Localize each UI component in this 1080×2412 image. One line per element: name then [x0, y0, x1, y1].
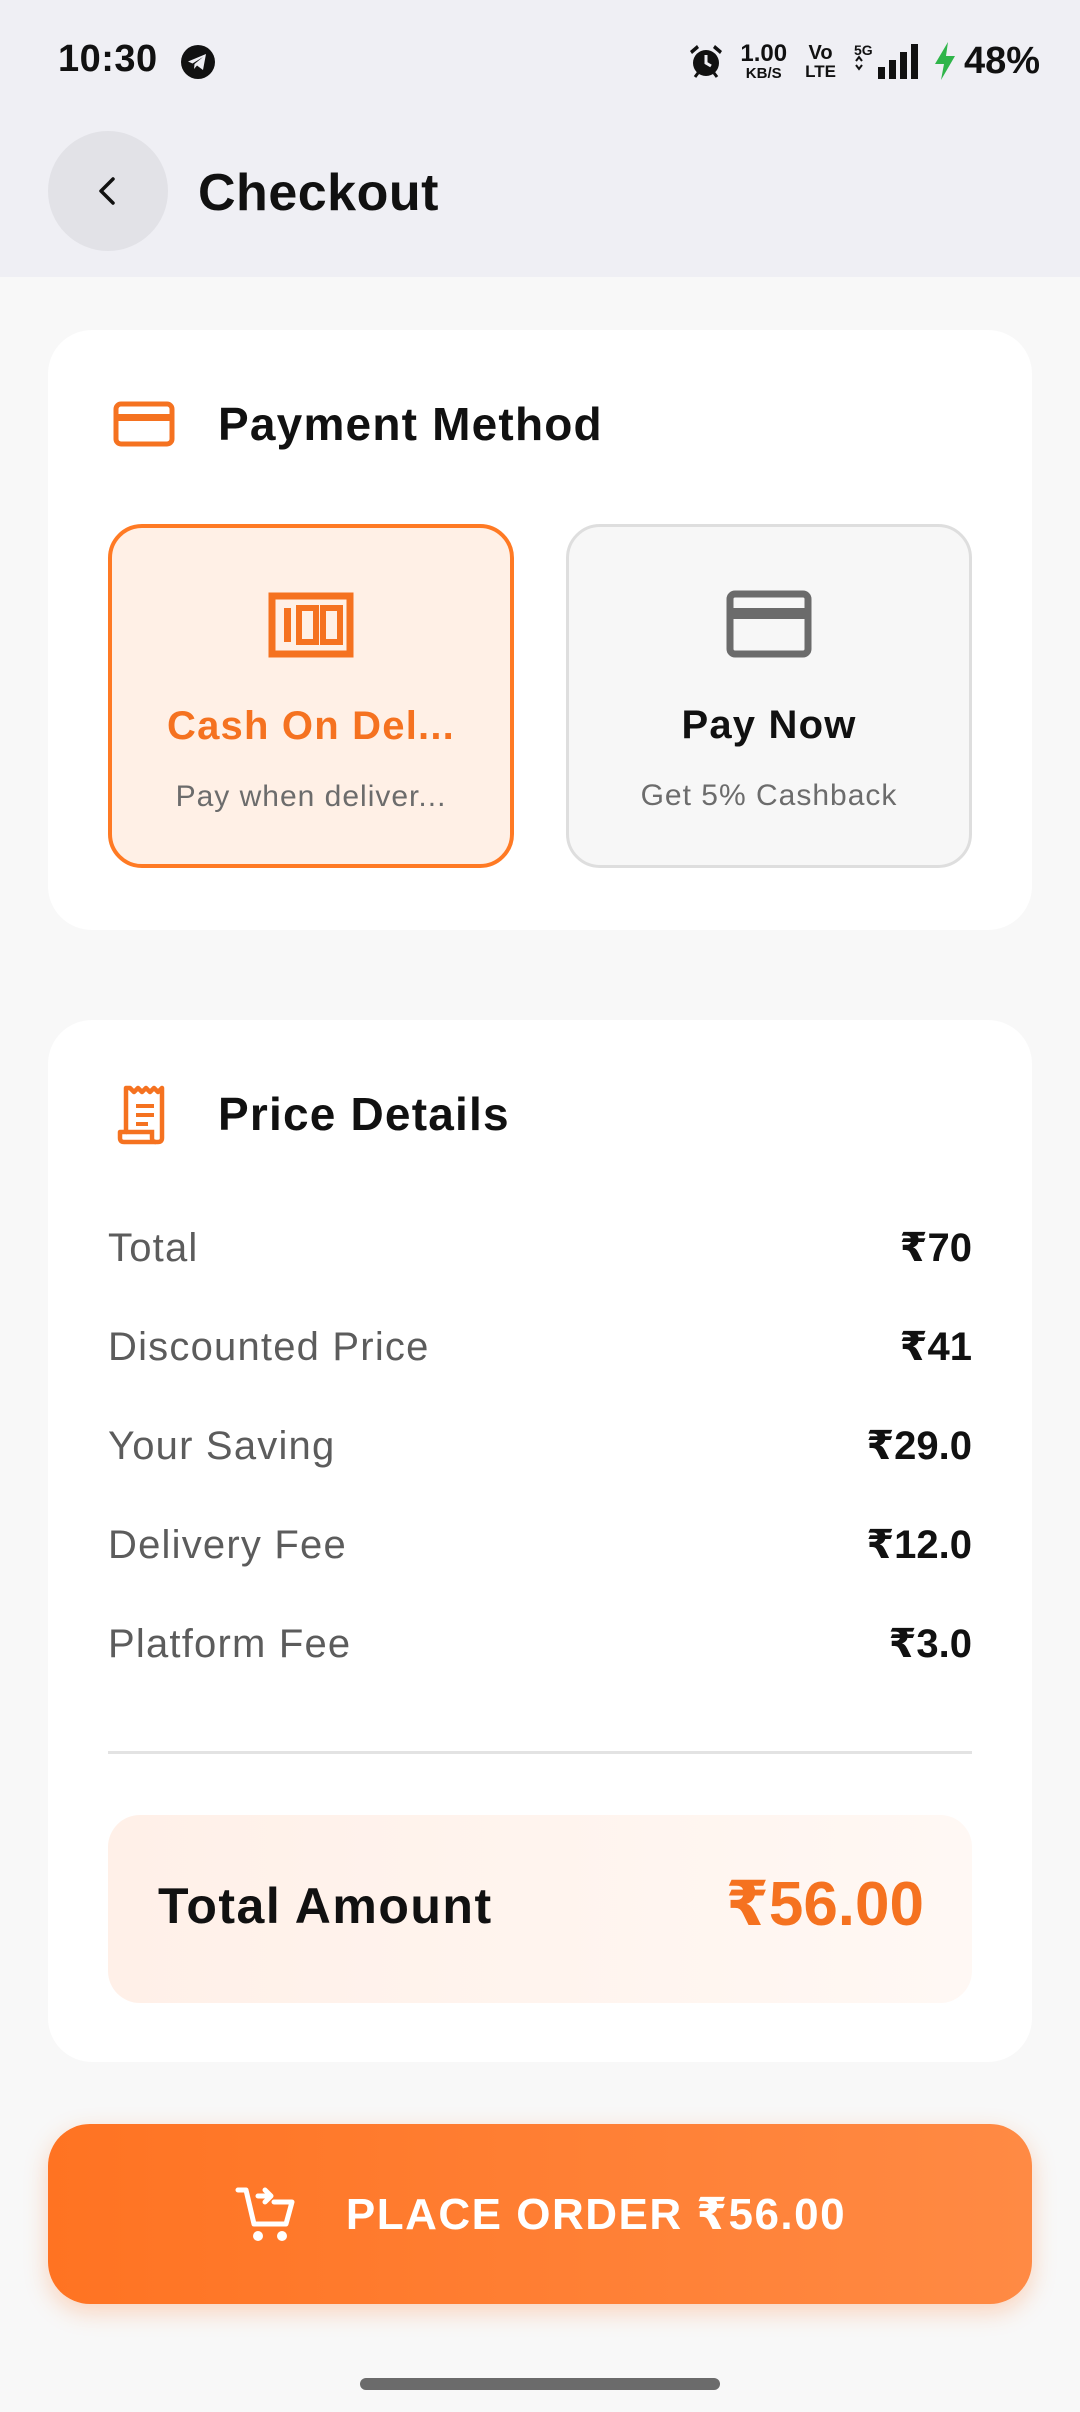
price-row-value: ₹70: [899, 1226, 972, 1270]
chevron-left-icon: [99, 177, 115, 205]
page-title: Checkout: [198, 164, 439, 222]
payment-option-cash-on-delivery[interactable]: Cash On Del... Pay when deliver...: [108, 524, 514, 868]
status-bar: 10:30 1.00 KB/S Vo LTE 5G 48%: [0, 0, 1080, 125]
price-row-label: Discounted Price: [108, 1324, 430, 1369]
place-order-label: PLACE ORDER ₹56.00: [345, 2189, 847, 2239]
network-speed: 1.00 KB/S: [740, 39, 788, 82]
payment-option-title: Cash On Del...: [167, 704, 455, 748]
price-details-title: Price Details: [218, 1088, 510, 1140]
divider: [108, 1751, 972, 1754]
credit-card-icon: [726, 590, 812, 658]
price-row-discounted: Discounted Price ₹41: [108, 1317, 972, 1377]
add-to-cart-icon: [235, 2187, 295, 2241]
price-row-value: ₹12.0: [866, 1523, 972, 1567]
status-time: 10:30: [58, 38, 158, 80]
app-header: Checkout: [0, 125, 1080, 277]
price-row-value: ₹29.0: [866, 1424, 972, 1468]
credit-card-icon: [113, 401, 175, 447]
price-details-heading: Price Details: [112, 1082, 510, 1146]
total-amount-label: Total Amount: [158, 1878, 493, 1934]
payment-option-title: Pay Now: [681, 703, 857, 747]
volte-indicator: Vo LTE: [805, 43, 836, 80]
price-row-value: ₹41: [899, 1325, 972, 1369]
network-speed-unit: KB/S: [745, 64, 782, 82]
charging-bolt-icon: [934, 42, 955, 80]
back-button[interactable]: [48, 131, 168, 251]
volte-bottom: LTE: [805, 61, 836, 81]
signal-icon: 5G: [854, 42, 918, 79]
price-row-platform-fee: Platform Fee ₹3.0: [108, 1614, 972, 1674]
price-row-label: Your Saving: [108, 1423, 336, 1468]
network-type-label: 5G: [854, 42, 873, 58]
payment-option-subtitle: Get 5% Cashback: [640, 779, 898, 812]
volte-top: Vo: [808, 41, 833, 64]
price-row-label: Total: [108, 1225, 199, 1270]
home-indicator[interactable]: [360, 2378, 720, 2390]
price-row-label: Delivery Fee: [108, 1522, 347, 1567]
price-row-saving: Your Saving ₹29.0: [108, 1416, 972, 1476]
payment-method-title: Payment Method: [218, 398, 603, 450]
payment-method-heading: Payment Method: [112, 392, 603, 456]
network-speed-value: 1.00: [740, 39, 788, 67]
price-row-label: Platform Fee: [108, 1621, 352, 1666]
payment-method-card: Payment Method Cash On Del... Pay when d…: [48, 330, 1032, 930]
battery-percentage: 48%: [963, 39, 1040, 82]
receipt-icon: [117, 1085, 165, 1145]
total-amount-value: ₹56.00: [725, 1870, 924, 1939]
payment-option-pay-now[interactable]: Pay Now Get 5% Cashback: [566, 524, 972, 868]
price-row-total: Total ₹70: [108, 1218, 972, 1278]
price-row-value: ₹3.0: [888, 1622, 972, 1666]
alarm-icon: [690, 45, 723, 78]
cash-note-icon: [268, 592, 354, 658]
total-amount-box: Total Amount ₹56.00: [108, 1815, 972, 2003]
place-order-button[interactable]: PLACE ORDER ₹56.00: [48, 2124, 1032, 2304]
status-icons: 1.00 KB/S Vo LTE 5G 48%: [686, 38, 1040, 84]
telegram-icon: [181, 45, 215, 79]
payment-option-subtitle: Pay when deliver...: [175, 780, 447, 813]
price-details-card: Price Details Total ₹70 Discounted Price…: [48, 1020, 1032, 2062]
price-row-delivery-fee: Delivery Fee ₹12.0: [108, 1515, 972, 1575]
